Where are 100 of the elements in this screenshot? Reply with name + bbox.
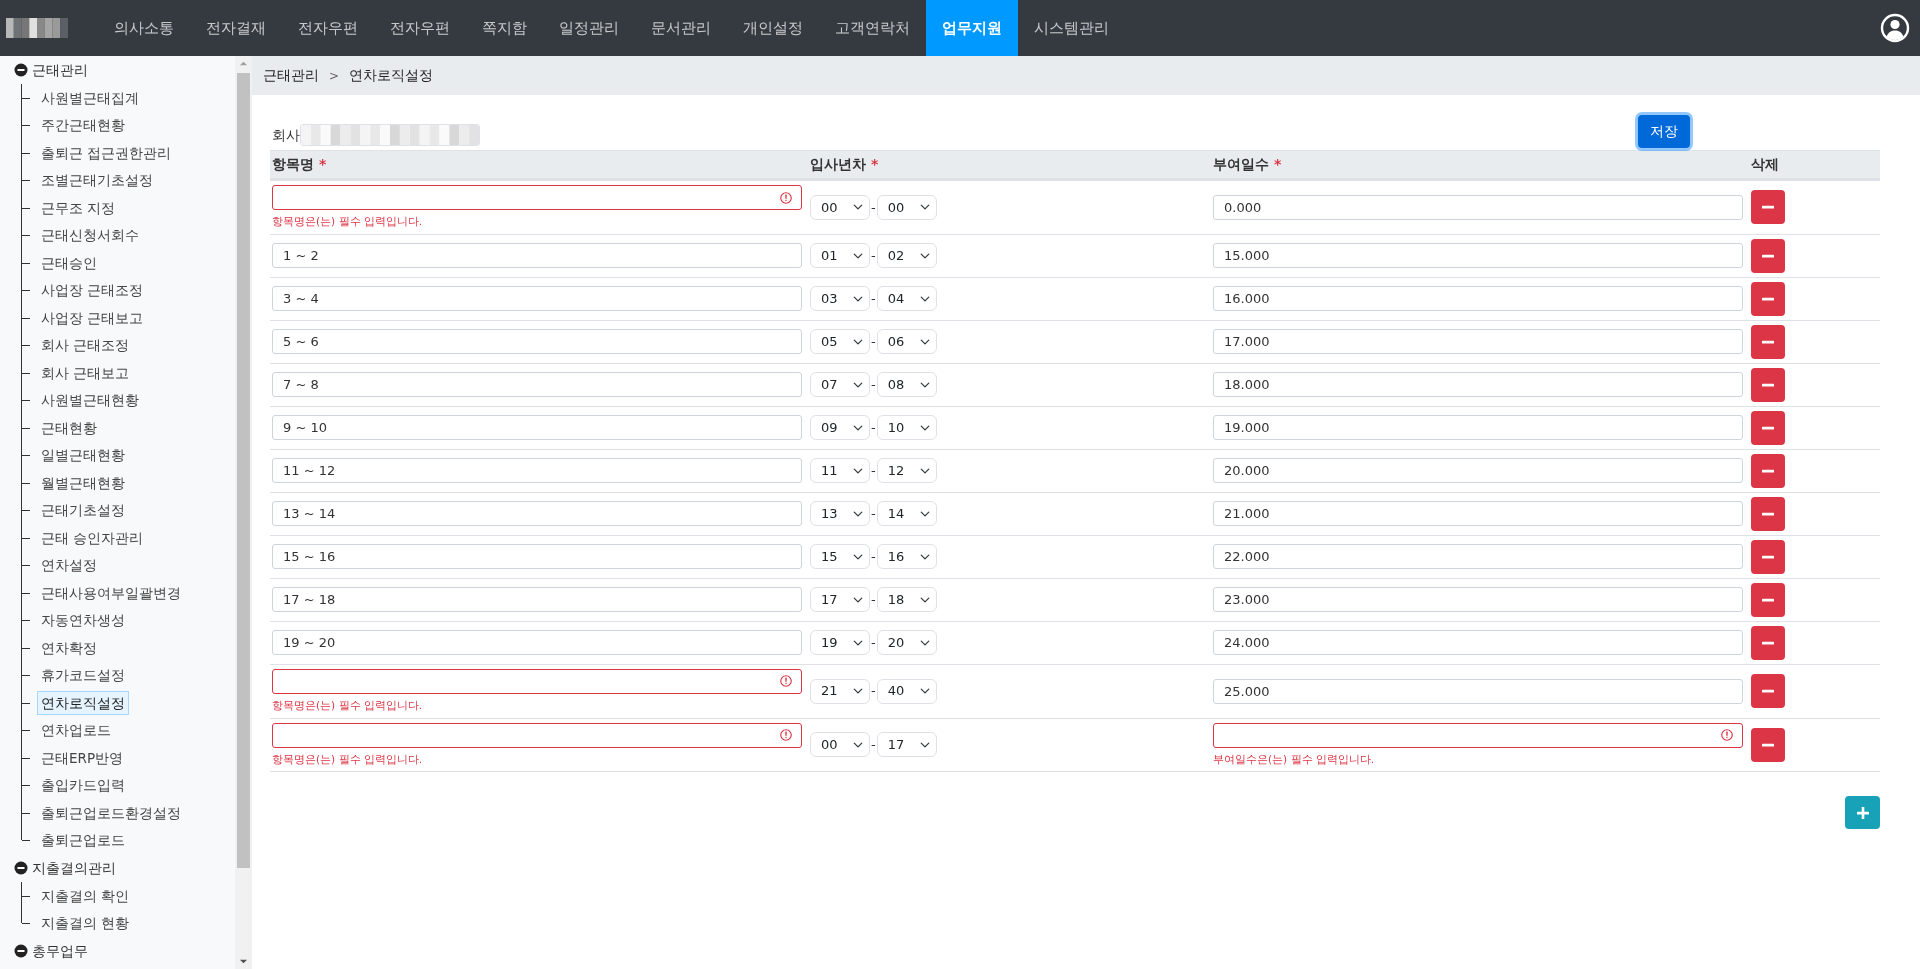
- year-from-select[interactable]: 00: [810, 732, 870, 758]
- name-field[interactable]: 1 ~ 2: [272, 243, 802, 269]
- year-from-select[interactable]: 00: [810, 194, 870, 220]
- sidebar-item[interactable]: 조별근태기초설정: [37, 168, 157, 193]
- year-from-select[interactable]: 01: [810, 243, 870, 269]
- days-field[interactable]: 22.000: [1213, 544, 1743, 570]
- year-from-select[interactable]: 07: [810, 372, 870, 398]
- year-to-select[interactable]: 06: [876, 329, 937, 355]
- scrollbar[interactable]: [235, 56, 252, 969]
- delete-button[interactable]: [1751, 367, 1785, 402]
- year-from-select[interactable]: 13: [810, 501, 870, 527]
- nav-tab[interactable]: 시스템관리: [1018, 0, 1125, 56]
- delete-button[interactable]: [1751, 238, 1785, 273]
- sidebar-item[interactable]: 사원별근태집계: [37, 85, 143, 110]
- breadcrumb-item[interactable]: 근태관리: [263, 65, 319, 86]
- sidebar-item[interactable]: 일별근태현황: [37, 443, 129, 468]
- sidebar-item[interactable]: 근태현황: [37, 415, 101, 440]
- name-field[interactable]: 11 ~ 12: [272, 458, 802, 484]
- nav-tab[interactable]: 쪽지함: [466, 0, 543, 56]
- sidebar-item[interactable]: 연차로직설정: [37, 690, 129, 715]
- sidebar-item[interactable]: 연차설정: [37, 553, 101, 578]
- sidebar-group[interactable]: 지출결의관리: [32, 857, 116, 879]
- delete-button[interactable]: [1751, 190, 1785, 225]
- year-from-select[interactable]: 03: [810, 286, 870, 312]
- sidebar-item[interactable]: 지출결의 확인: [37, 883, 134, 908]
- delete-button[interactable]: [1751, 625, 1785, 660]
- name-field[interactable]: 15 ~ 16: [272, 544, 802, 570]
- days-field[interactable]: 15.000: [1213, 243, 1743, 269]
- sidebar-item[interactable]: 사업장 근태조정: [37, 278, 148, 303]
- company-field[interactable]: [300, 124, 480, 146]
- delete-button[interactable]: [1751, 281, 1785, 316]
- year-from-select[interactable]: 17: [810, 587, 870, 613]
- sidebar-item[interactable]: 출퇴근 접근권한관리: [37, 140, 176, 165]
- year-to-select[interactable]: 14: [876, 501, 937, 527]
- sidebar-item[interactable]: 근태사용여부일괄변경: [37, 580, 185, 605]
- nav-tab[interactable]: 개인설정: [727, 0, 819, 56]
- year-to-select[interactable]: 16: [876, 544, 937, 570]
- sidebar-item[interactable]: 근태 승인자관리: [37, 525, 148, 550]
- year-from-select[interactable]: 09: [810, 415, 870, 441]
- sidebar-item[interactable]: 근태기초설정: [37, 498, 129, 523]
- sidebar-item[interactable]: 근태신청서회수: [37, 223, 143, 248]
- sidebar-item[interactable]: 연차확정: [37, 635, 101, 660]
- days-field[interactable]: 25.000: [1213, 678, 1743, 704]
- year-to-select[interactable]: 40: [876, 678, 937, 704]
- days-field[interactable]: 21.000: [1213, 501, 1743, 527]
- year-to-select[interactable]: 04: [876, 286, 937, 312]
- days-field[interactable]: [1213, 722, 1743, 748]
- name-field[interactable]: [272, 668, 802, 694]
- sidebar-item[interactable]: 출입카드입력: [37, 773, 129, 798]
- save-button[interactable]: 저장: [1638, 115, 1690, 148]
- days-field[interactable]: 19.000: [1213, 415, 1743, 441]
- delete-button[interactable]: [1751, 410, 1785, 445]
- sidebar-item[interactable]: 월별근태현황: [37, 470, 129, 495]
- collapse-icon[interactable]: [14, 944, 28, 958]
- days-field[interactable]: 17.000: [1213, 329, 1743, 355]
- year-to-select[interactable]: 12: [876, 458, 937, 484]
- delete-button[interactable]: [1751, 539, 1785, 574]
- name-field[interactable]: 13 ~ 14: [272, 501, 802, 527]
- sidebar-item[interactable]: 자동연차생성: [37, 608, 129, 633]
- delete-button[interactable]: [1751, 453, 1785, 488]
- scrollbar-thumb[interactable]: [237, 73, 250, 868]
- sidebar-item[interactable]: 근무조 지정: [37, 195, 120, 220]
- delete-button[interactable]: [1751, 496, 1785, 531]
- name-field[interactable]: 19 ~ 20: [272, 630, 802, 656]
- name-field[interactable]: [272, 722, 802, 748]
- year-to-select[interactable]: 18: [876, 587, 937, 613]
- sidebar-item[interactable]: 회사 근태보고: [37, 360, 134, 385]
- year-to-select[interactable]: 00: [876, 194, 937, 220]
- nav-tab[interactable]: 전자우편: [374, 0, 466, 56]
- sidebar-item[interactable]: 회사 근태조정: [37, 333, 134, 358]
- delete-button[interactable]: [1751, 582, 1785, 617]
- days-field[interactable]: 23.000: [1213, 587, 1743, 613]
- sidebar-item[interactable]: 근태ERP반영: [37, 745, 128, 770]
- days-field[interactable]: 0.000: [1213, 194, 1743, 220]
- year-to-select[interactable]: 08: [876, 372, 937, 398]
- days-field[interactable]: 16.000: [1213, 286, 1743, 312]
- name-field[interactable]: 9 ~ 10: [272, 415, 802, 441]
- nav-tab[interactable]: 문서관리: [635, 0, 727, 56]
- days-field[interactable]: 18.000: [1213, 372, 1743, 398]
- year-from-select[interactable]: 11: [810, 458, 870, 484]
- user-icon[interactable]: [1880, 13, 1910, 43]
- collapse-icon[interactable]: [14, 861, 28, 875]
- logo[interactable]: [6, 18, 68, 38]
- scroll-down-icon[interactable]: [239, 957, 248, 966]
- name-field[interactable]: 3 ~ 4: [272, 286, 802, 312]
- year-to-select[interactable]: 10: [876, 415, 937, 441]
- sidebar-item[interactable]: 사원별근태현황: [37, 388, 143, 413]
- delete-button[interactable]: [1751, 674, 1785, 709]
- year-from-select[interactable]: 19: [810, 630, 870, 656]
- year-to-select[interactable]: 17: [876, 732, 937, 758]
- sidebar-item[interactable]: 주간근태현황: [37, 113, 129, 138]
- nav-tab[interactable]: 고객연락처: [819, 0, 926, 56]
- year-from-select[interactable]: 05: [810, 329, 870, 355]
- year-to-select[interactable]: 20: [876, 630, 937, 656]
- sidebar-item[interactable]: 연차업로드: [37, 718, 115, 743]
- nav-tab[interactable]: 전자우편: [282, 0, 374, 56]
- collapse-icon[interactable]: [14, 63, 28, 77]
- sidebar-group[interactable]: 총무업무: [32, 940, 88, 962]
- year-from-select[interactable]: 21: [810, 678, 870, 704]
- scroll-up-icon[interactable]: [239, 59, 248, 68]
